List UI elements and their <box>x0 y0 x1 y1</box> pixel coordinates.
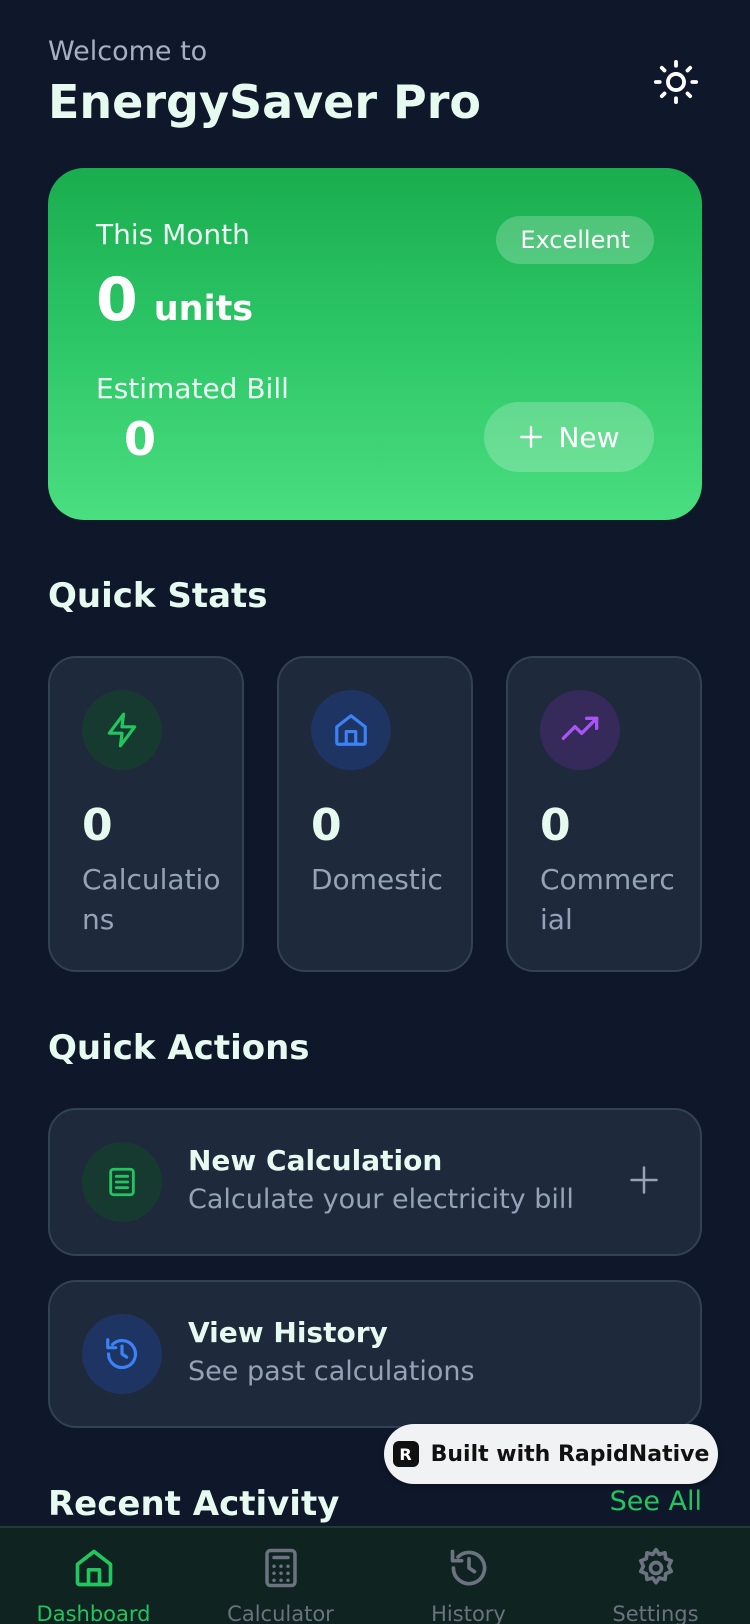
bill-value: 0 <box>124 412 157 466</box>
status-badge: Excellent <box>496 216 654 264</box>
header: Welcome to EnergySaver Pro <box>48 34 702 134</box>
tab-label: History <box>431 1602 506 1624</box>
home-icon <box>311 690 391 770</box>
rapidnative-logo-icon: R <box>392 1441 419 1467</box>
app-title: EnergySaver Pro <box>48 75 482 129</box>
stat-value: 0 <box>540 800 571 851</box>
recent-activity-title: Recent Activity <box>48 1484 340 1524</box>
trending-up-icon <box>540 690 620 770</box>
stat-label: Commercial <box>540 863 675 936</box>
sun-icon <box>653 59 699 105</box>
gear-icon <box>632 1544 680 1592</box>
stat-card-calculations[interactable]: 0 Calculations <box>48 656 244 972</box>
new-calculation-button[interactable]: New <box>484 402 654 472</box>
new-calculation-action[interactable]: New Calculation Calculate your electrici… <box>48 1108 702 1256</box>
stat-label: Calculations <box>82 863 221 936</box>
units-value: 0 <box>96 265 138 335</box>
tab-settings[interactable]: Settings <box>562 1528 749 1624</box>
built-with-text: Built with RapidNative <box>430 1441 710 1467</box>
plus-icon <box>624 1160 664 1200</box>
plus-icon <box>520 426 543 448</box>
tab-label: Settings <box>612 1602 699 1624</box>
units-label: units <box>153 289 254 329</box>
action-title: View History <box>188 1316 388 1349</box>
tab-label: Calculator <box>227 1602 334 1624</box>
home-icon <box>70 1544 118 1592</box>
stat-label: Domestic <box>311 863 443 896</box>
bill-label: Estimated Bill <box>96 372 289 405</box>
tab-label: Dashboard <box>36 1602 151 1624</box>
built-with-badge[interactable]: R Built with RapidNative <box>384 1424 718 1484</box>
action-subtitle: See past calculations <box>188 1356 475 1387</box>
action-subtitle: Calculate your electricity bill <box>188 1184 574 1215</box>
quick-actions-title: Quick Actions <box>48 1028 310 1068</box>
stat-value: 0 <box>82 800 113 851</box>
history-icon <box>82 1314 162 1394</box>
view-history-action[interactable]: View History See past calculations <box>48 1280 702 1428</box>
tab-history[interactable]: History <box>375 1528 562 1624</box>
calculator-icon <box>257 1544 305 1592</box>
lightning-icon <box>82 690 162 770</box>
action-title: New Calculation <box>188 1144 443 1177</box>
welcome-text: Welcome to <box>48 36 208 67</box>
document-icon <box>82 1142 162 1222</box>
new-button-label: New <box>558 420 620 454</box>
see-all-link[interactable]: See All <box>610 1486 702 1517</box>
tab-dashboard[interactable]: Dashboard <box>0 1528 187 1624</box>
stat-value: 0 <box>311 800 342 851</box>
history-icon <box>445 1544 493 1592</box>
quick-stats-title: Quick Stats <box>48 576 268 616</box>
monthly-summary-card: This Month 0 units Excellent Estimated B… <box>48 168 702 520</box>
bottom-tab-bar: Dashboard Calculator History Settings <box>0 1526 750 1624</box>
stat-card-commercial[interactable]: 0 Commercial <box>506 656 702 972</box>
units-display: 0 units <box>96 260 253 340</box>
month-label: This Month <box>96 218 250 251</box>
tab-calculator[interactable]: Calculator <box>187 1528 374 1624</box>
theme-toggle-button[interactable] <box>650 56 702 108</box>
stat-card-domestic[interactable]: 0 Domestic <box>277 656 473 972</box>
